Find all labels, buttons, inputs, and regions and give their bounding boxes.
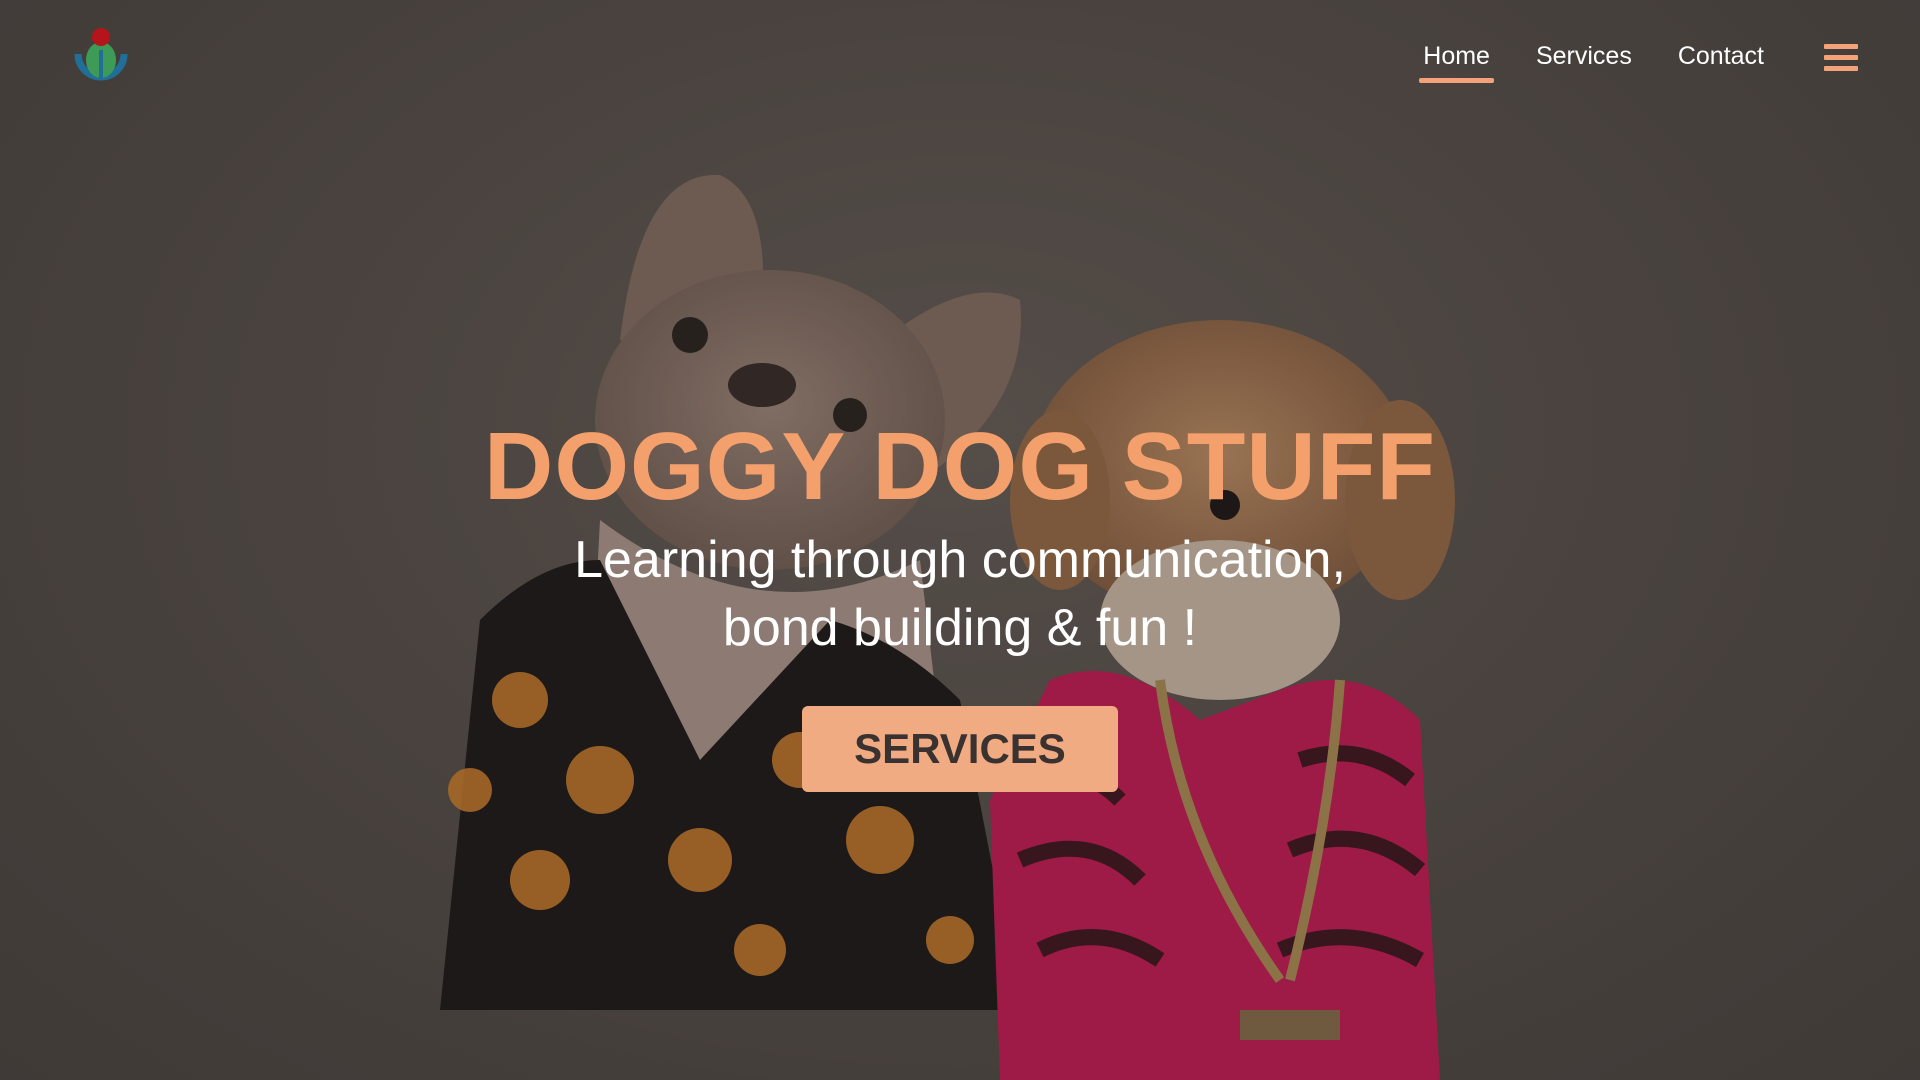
nav-contact-link[interactable]: Contact xyxy=(1674,40,1768,83)
hero-subtitle: Learning through communication, bond bui… xyxy=(510,526,1410,662)
landing-page: Home Services Contact DOGGY DOG STUFF Le… xyxy=(0,0,1920,1080)
wikimedia-logo-icon[interactable] xyxy=(68,24,134,90)
hero-title: DOGGY DOG STUFF xyxy=(484,413,1436,520)
hamburger-menu-icon[interactable] xyxy=(1824,44,1858,74)
nav-services-link[interactable]: Services xyxy=(1532,40,1636,83)
nav-home-link[interactable]: Home xyxy=(1419,40,1494,83)
hero-content: DOGGY DOG STUFF Learning through communi… xyxy=(0,412,1920,792)
hero-subtitle-line-2: bond building & fun ! xyxy=(722,599,1198,657)
main-nav: Home Services Contact xyxy=(1419,40,1768,83)
services-button[interactable]: SERVICES xyxy=(802,706,1118,792)
hero-subtitle-line-1: Learning through communication, xyxy=(574,531,1346,589)
